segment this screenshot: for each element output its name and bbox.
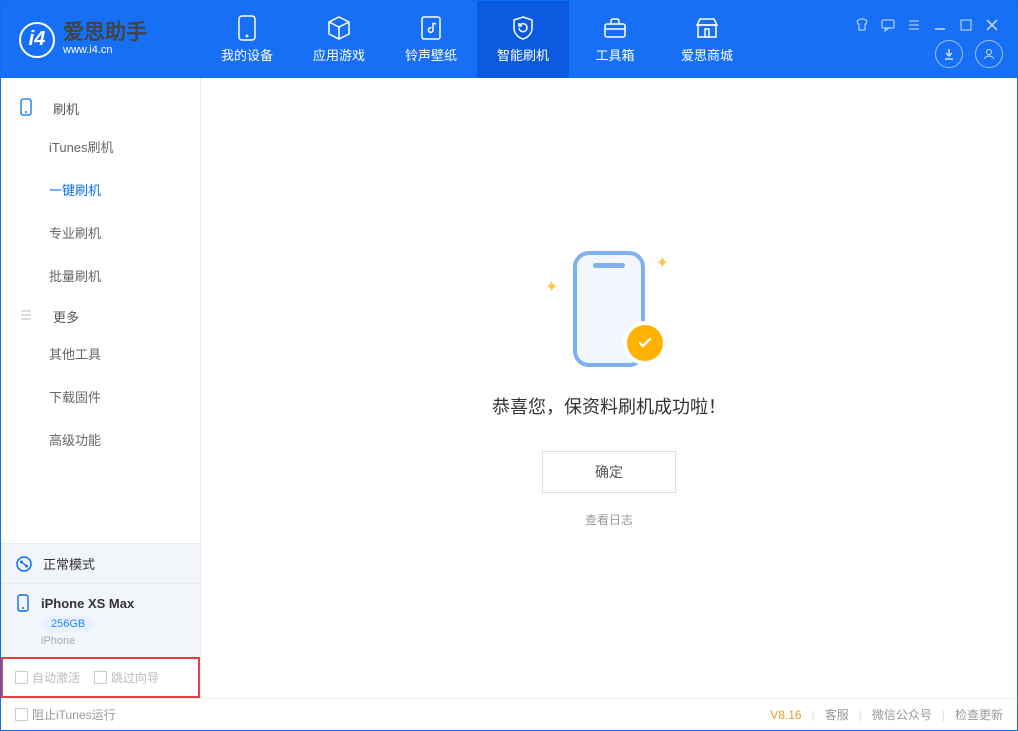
success-check-icon (627, 325, 663, 361)
logo-text: 爱思助手 www.i4.cn (63, 22, 147, 57)
maximize-icon[interactable] (959, 18, 973, 32)
device-info-row[interactable]: iPhone XS Max 256GB iPhone (1, 584, 200, 657)
view-log-link[interactable]: 查看日志 (585, 511, 633, 528)
sidebar-item-pro-flash[interactable]: 专业刷机 (1, 211, 200, 254)
normal-mode-icon (15, 555, 33, 573)
checkbox-icon (15, 671, 28, 684)
nav-label: 我的设备 (221, 45, 273, 64)
header-wrapper: i4 爱思助手 www.i4.cn 我的设备 应用游戏 铃声壁纸 (1, 1, 1017, 78)
toolbox-icon (602, 15, 628, 41)
checkbox-icon (15, 708, 28, 721)
check-update-link[interactable]: 检查更新 (955, 706, 1003, 723)
close-icon[interactable] (985, 18, 999, 32)
sidebar-options-row: 自动激活 跳过向导 (1, 657, 200, 698)
app-domain: www.i4.cn (63, 43, 147, 57)
checkbox-label: 自动激活 (32, 669, 80, 686)
store-icon (694, 15, 720, 41)
shield-refresh-icon (510, 15, 536, 41)
header-actions (935, 40, 1003, 68)
phone-notch (593, 263, 625, 268)
version-label: V8.16 (770, 708, 801, 722)
sidebar-item-itunes-flash[interactable]: iTunes刷机 (1, 125, 200, 168)
separator: | (942, 708, 945, 722)
minimize-icon[interactable] (933, 18, 947, 32)
separator: | (859, 708, 862, 722)
nav-label: 工具箱 (595, 45, 634, 64)
app-window: i4 爱思助手 www.i4.cn 我的设备 应用游戏 铃声壁纸 (0, 0, 1018, 731)
support-link[interactable]: 客服 (825, 706, 849, 723)
nav-ringtones-wallpapers[interactable]: 铃声壁纸 (385, 1, 477, 78)
logo-icon: i4 (19, 22, 55, 58)
footer-right: V8.16 | 客服 | 微信公众号 | 检查更新 (770, 706, 1003, 723)
nav-my-device[interactable]: 我的设备 (201, 1, 293, 78)
nav-label: 爱思商城 (681, 45, 733, 64)
sidebar-menu: 刷机 iTunes刷机 一键刷机 专业刷机 批量刷机 更多 其他工具 下载固件 … (1, 78, 200, 543)
sidebar-item-other-tools[interactable]: 其他工具 (1, 332, 200, 375)
feedback-icon[interactable] (881, 18, 895, 32)
nav-toolbox[interactable]: 工具箱 (569, 1, 661, 78)
skip-guide-checkbox[interactable]: 跳过向导 (94, 669, 159, 686)
window-controls (855, 11, 1011, 39)
body: 刷机 iTunes刷机 一键刷机 专业刷机 批量刷机 更多 其他工具 下载固件 … (1, 78, 1017, 698)
sidebar-section-more: 更多 (1, 297, 200, 332)
sidebar-item-batch-flash[interactable]: 批量刷机 (1, 254, 200, 297)
app-name: 爱思助手 (63, 22, 147, 43)
device-status: 正常模式 iPhone XS Max 256GB iPhone (1, 543, 200, 657)
sidebar-item-oneclick-flash[interactable]: 一键刷机 (1, 168, 200, 211)
device-name: iPhone XS Max (41, 596, 134, 611)
block-itunes-checkbox[interactable]: 阻止iTunes运行 (15, 706, 116, 723)
music-file-icon (418, 15, 444, 41)
sparkle-icon: ✦ (656, 253, 669, 273)
phone-icon (19, 98, 43, 119)
nav-apps-games[interactable]: 应用游戏 (293, 1, 385, 78)
nav-smart-flash[interactable]: 智能刷机 (477, 1, 569, 78)
device-icon (234, 15, 260, 41)
section-title: 刷机 (53, 99, 79, 118)
nav-label: 智能刷机 (497, 45, 549, 64)
list-icon (19, 308, 43, 325)
nav-store[interactable]: 爱思商城 (661, 1, 753, 78)
checkbox-icon (94, 671, 107, 684)
nav-label: 应用游戏 (313, 45, 365, 64)
main-content: ✦ ✦ 恭喜您，保资料刷机成功啦！ 确定 查看日志 (201, 78, 1017, 698)
user-button[interactable] (975, 40, 1003, 68)
device-mode-row[interactable]: 正常模式 (1, 544, 200, 584)
ok-button[interactable]: 确定 (542, 451, 676, 493)
logo[interactable]: i4 爱思助手 www.i4.cn (1, 22, 201, 58)
sidebar: 刷机 iTunes刷机 一键刷机 专业刷机 批量刷机 更多 其他工具 下载固件 … (1, 78, 201, 698)
device-type: iPhone (41, 635, 75, 647)
device-phone-icon (15, 594, 33, 612)
device-capacity-badge: 256GB (41, 616, 95, 632)
auto-activate-checkbox[interactable]: 自动激活 (15, 669, 80, 686)
nav-label: 铃声壁纸 (405, 45, 457, 64)
cube-icon (326, 15, 352, 41)
section-title: 更多 (53, 307, 79, 326)
success-graphic: ✦ ✦ (539, 249, 679, 369)
checkbox-label: 跳过向导 (111, 669, 159, 686)
sidebar-item-download-firmware[interactable]: 下载固件 (1, 375, 200, 418)
checkbox-label: 阻止iTunes运行 (32, 706, 116, 723)
download-button[interactable] (935, 40, 963, 68)
wechat-link[interactable]: 微信公众号 (872, 706, 932, 723)
success-message: 恭喜您，保资料刷机成功啦！ (492, 393, 726, 419)
sidebar-section-flash: 刷机 (1, 88, 200, 125)
sidebar-item-advanced[interactable]: 高级功能 (1, 418, 200, 461)
separator: | (812, 708, 815, 722)
menu-icon[interactable] (907, 18, 921, 32)
footer: 阻止iTunes运行 V8.16 | 客服 | 微信公众号 | 检查更新 (1, 698, 1017, 730)
mode-label: 正常模式 (43, 554, 95, 573)
sparkle-icon: ✦ (545, 277, 558, 297)
shirt-icon[interactable] (855, 18, 869, 32)
footer-left: 阻止iTunes运行 (15, 706, 116, 723)
